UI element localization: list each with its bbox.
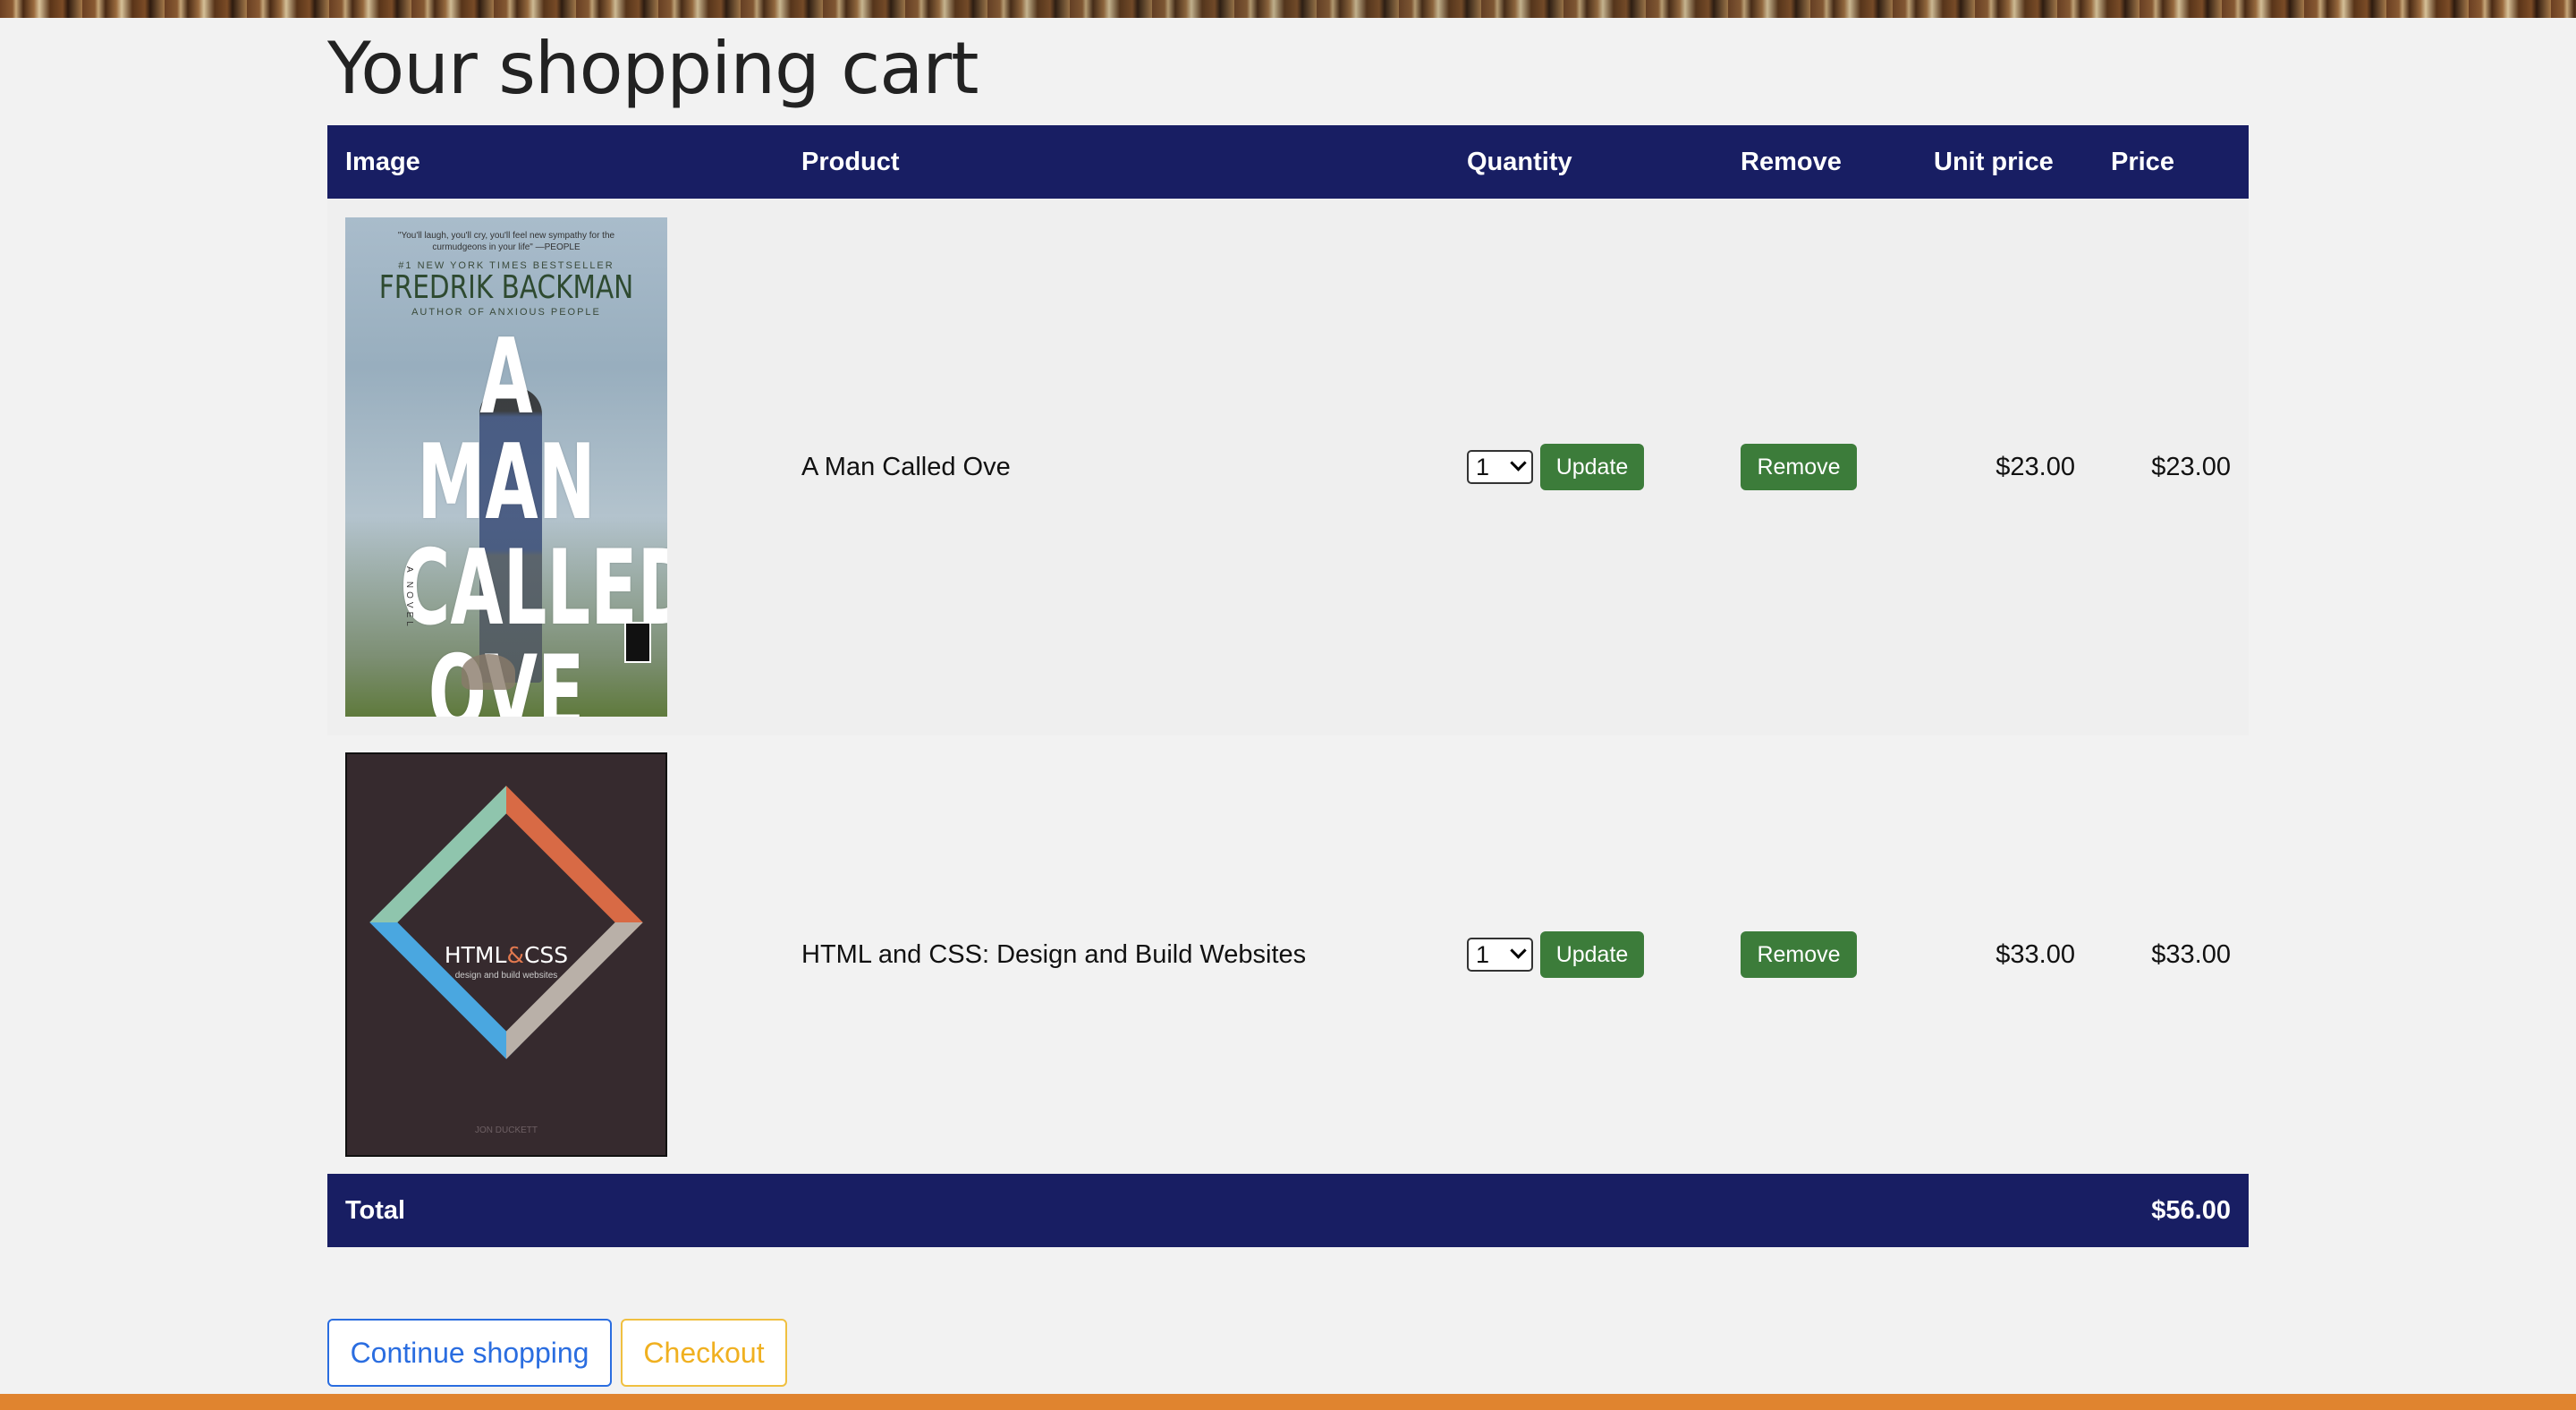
remove-cell: Remove <box>1723 735 1916 1174</box>
unit-price: $23.00 <box>1996 452 2075 481</box>
header-banner-image <box>0 0 2576 18</box>
book-cover-html-and-css[interactable]: HTML&CSS design and build websites JON D… <box>345 752 667 1157</box>
cover-subtitle: design and build websites <box>454 971 558 981</box>
quantity-select[interactable]: 1 <box>1467 938 1533 972</box>
quantity-value: 1 <box>1476 940 1490 968</box>
table-row: "You'll laugh, you'll cry, you'll feel n… <box>327 199 2249 735</box>
cover-author: JON DUCKETT <box>475 1125 538 1135</box>
chevron-down-icon <box>1510 454 1527 471</box>
update-button[interactable]: Update <box>1540 444 1644 490</box>
header-price: Price <box>2111 147 2174 176</box>
product-name: HTML and CSS: Design and Build Websites <box>801 939 1307 969</box>
update-button[interactable]: Update <box>1540 931 1644 978</box>
chevron-down-icon <box>1510 942 1527 959</box>
product-image-cell: "You'll laugh, you'll cry, you'll feel n… <box>327 199 784 735</box>
header-product: Product <box>801 147 900 176</box>
header-unit-price: Unit price <box>1934 147 2054 176</box>
cover-cat-figure <box>462 654 515 690</box>
book-club-badge-icon <box>624 622 651 663</box>
quantity-cell: 1 Update <box>1449 199 1723 735</box>
remove-button[interactable]: Remove <box>1741 444 1857 490</box>
cover-author: FREDRIK BACKMAN <box>378 269 634 306</box>
line-price: $23.00 <box>2151 452 2231 481</box>
continue-shopping-button[interactable]: Continue shopping <box>327 1319 612 1387</box>
total-row: Total $56.00 <box>327 1174 2249 1247</box>
table-header-row: Image Product Quantity Remove Unit price… <box>327 125 2249 199</box>
cart-table: Image Product Quantity Remove Unit price… <box>327 125 2249 1247</box>
product-name: A Man Called Ove <box>801 452 1011 481</box>
remove-button[interactable]: Remove <box>1741 931 1857 978</box>
table-row: HTML&CSS design and build websites JON D… <box>327 735 2249 1174</box>
book-cover-a-man-called-ove[interactable]: "You'll laugh, you'll cry, you'll feel n… <box>345 217 667 717</box>
unit-price: $33.00 <box>1996 939 2075 969</box>
cover-quote: "You'll laugh, you'll cry, you'll feel n… <box>397 231 615 252</box>
cover-diamond-shape <box>369 786 643 1059</box>
cover-novel-label: A NOVEL <box>404 566 414 630</box>
line-price: $33.00 <box>2151 939 2231 969</box>
checkout-button[interactable]: Checkout <box>621 1319 787 1387</box>
header-image: Image <box>345 147 420 176</box>
total-label: Total <box>345 1195 406 1225</box>
quantity-value: 1 <box>1476 453 1490 480</box>
product-image-cell: HTML&CSS design and build websites JON D… <box>327 735 784 1174</box>
remove-cell: Remove <box>1723 199 1916 735</box>
total-amount: $56.00 <box>2151 1195 2231 1225</box>
header-quantity: Quantity <box>1467 147 1572 176</box>
footer-bar <box>0 1394 2576 1410</box>
header-remove: Remove <box>1741 147 1842 176</box>
cover-title: HTML&CSS <box>444 942 569 968</box>
quantity-cell: 1 Update <box>1449 735 1723 1174</box>
page-title: Your shopping cart <box>327 27 979 110</box>
quantity-select[interactable]: 1 <box>1467 450 1533 484</box>
